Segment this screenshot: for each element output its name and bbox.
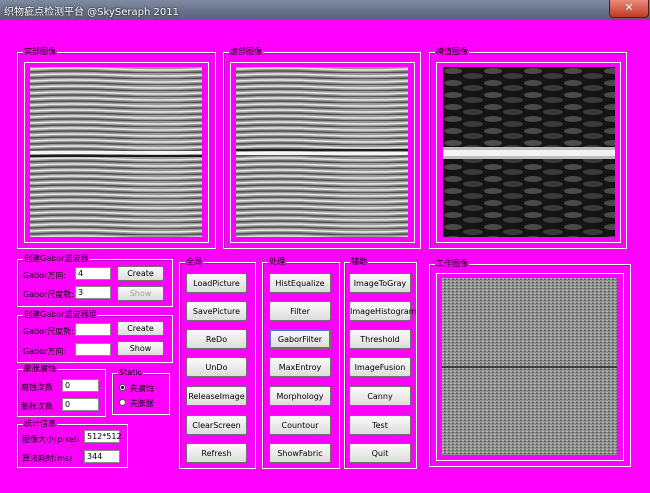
gabor-dir-label: Gabor方向: <box>23 271 67 280</box>
real-image <box>30 67 202 237</box>
test-button[interactable]: Test <box>349 415 411 435</box>
release-image-button[interactable]: ReleaseImage <box>186 386 247 406</box>
dilate-first-radio[interactable] <box>119 399 126 406</box>
gabor-show-button[interactable]: Show <box>117 286 164 301</box>
clear-screen-button[interactable]: ClearScreen <box>186 415 247 435</box>
refresh-button[interactable]: Refresh <box>186 443 247 463</box>
gabor-bank-label: 创建Gabor滤波器组 <box>23 310 98 320</box>
app-window: 织物疵点检测平台 @SkySeraph 2011 ✕ 实部图像 虚部图像 模值图… <box>0 0 650 493</box>
erode-first-radio[interactable] <box>119 384 126 391</box>
image-histogram-button[interactable]: ImageHistogram <box>349 301 417 321</box>
gabor-bank-dir-input[interactable] <box>75 343 111 356</box>
show-fabric-button[interactable]: ShowFabric <box>269 443 331 463</box>
close-button[interactable]: ✕ <box>609 0 649 18</box>
gabor-dir-input[interactable]: 4 <box>75 267 111 280</box>
erode-count-label: 腐蚀次数 <box>21 383 53 392</box>
image-fusion-button[interactable]: ImageFusion <box>349 357 411 377</box>
image-size-value: 512*512 <box>84 430 122 443</box>
window-title: 织物疵点检测平台 @SkySeraph 2011 <box>4 7 179 18</box>
gabor-bank-create-button[interactable]: Create <box>117 321 164 336</box>
imag-image <box>236 67 408 237</box>
hist-equalize-button[interactable]: HistEqualize <box>269 273 331 293</box>
gabor-bank-dir-label: Gabor方向: <box>23 347 67 356</box>
dilate-first-label: 先膨胀 <box>130 399 154 408</box>
work-image <box>442 278 617 455</box>
quit-button[interactable]: Quit <box>349 443 411 463</box>
image-to-gray-button[interactable]: ImageToGray <box>349 273 411 293</box>
stats-label: 统计信息 <box>23 419 57 429</box>
mod-image <box>443 67 615 237</box>
threshold-button[interactable]: Threshold <box>349 329 411 349</box>
erode-first-label: 先腐蚀 <box>130 384 154 393</box>
contour-button[interactable]: Countour <box>269 415 331 435</box>
dilate-count-label: 膨胀次数 <box>21 402 53 411</box>
morph-label: 膨胀腐蚀 <box>23 364 57 374</box>
save-picture-button[interactable]: SavePicture <box>186 301 247 321</box>
gabor-bank-scale-label: Gabor尺度数: <box>23 327 75 336</box>
morphology-button[interactable]: Morphology <box>269 386 331 406</box>
gabor-bank-show-button[interactable]: Show <box>117 341 164 356</box>
erode-count-input[interactable]: 0 <box>62 379 99 392</box>
load-picture-button[interactable]: LoadPicture <box>186 273 247 293</box>
dilate-count-input[interactable]: 0 <box>62 398 99 411</box>
static-label: Static <box>118 368 143 378</box>
image-size-label: 图像大小(pixel) <box>22 435 80 444</box>
gabor-bank-scale-input[interactable] <box>75 323 111 336</box>
real-image-label: 实部图像 <box>23 47 57 57</box>
imag-image-label: 虚部图像 <box>229 47 263 57</box>
algo-time-value: 344 <box>84 450 120 463</box>
work-image-label: 工作图像 <box>435 259 469 269</box>
canny-button[interactable]: Canny <box>349 386 411 406</box>
max-entropy-button[interactable]: MaxEntroy <box>269 357 331 377</box>
filter-button[interactable]: Filter <box>269 301 331 321</box>
gabor-scale-input[interactable]: 3 <box>75 286 111 299</box>
gabor-filter-button[interactable]: GaborFilter <box>269 329 331 349</box>
algo-time-label: 算法耗时(ms) <box>22 454 73 463</box>
gabor-scale-label: Gabor尺度数: <box>23 290 75 299</box>
redo-button[interactable]: ReDo <box>186 329 247 349</box>
assist-label: 辅助 <box>350 257 368 267</box>
mod-image-label: 模值图像 <box>435 47 469 57</box>
gabor-filter-label: 创建Gabor滤波器 <box>23 254 90 264</box>
undo-button[interactable]: UnDo <box>186 357 247 377</box>
gabor-create-button[interactable]: Create <box>117 266 164 281</box>
process-label: 处理 <box>268 257 286 267</box>
title-bar: 织物疵点检测平台 @SkySeraph 2011 ✕ <box>0 0 650 20</box>
global-label: 全局 <box>185 257 203 267</box>
